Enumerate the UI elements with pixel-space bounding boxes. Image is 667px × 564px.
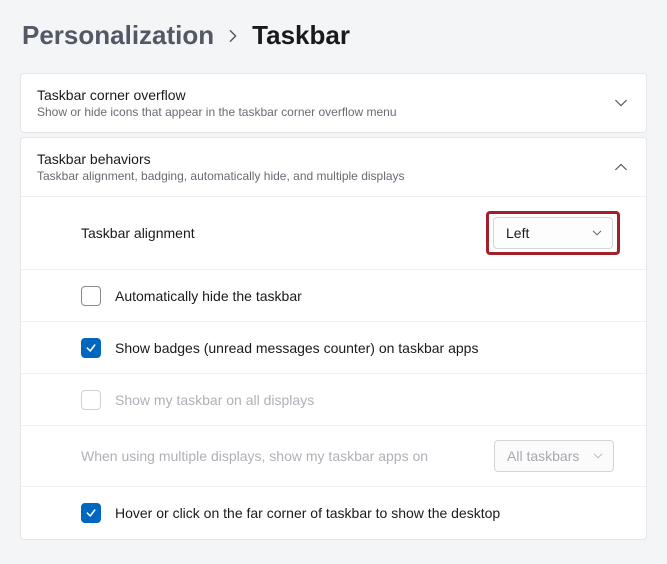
panel-subtitle: Taskbar alignment, badging, automaticall… bbox=[37, 169, 405, 183]
row-autohide: Automatically hide the taskbar bbox=[21, 270, 646, 322]
row-far-corner: Hover or click on the far corner of task… bbox=[21, 487, 646, 539]
panel-corner-overflow[interactable]: Taskbar corner overflow Show or hide ico… bbox=[20, 73, 647, 133]
row-multidisplay: When using multiple displays, show my ta… bbox=[21, 426, 646, 487]
label-multidisplay: When using multiple displays, show my ta… bbox=[81, 448, 494, 464]
dropdown-multidisplay: All taskbars bbox=[494, 440, 614, 472]
panel-subtitle: Show or hide icons that appear in the ta… bbox=[37, 105, 397, 119]
panel-title: Taskbar behaviors bbox=[37, 151, 405, 167]
dropdown-value: All taskbars bbox=[507, 448, 579, 464]
highlight-box: Left bbox=[486, 211, 620, 255]
label-autohide: Automatically hide the taskbar bbox=[115, 288, 628, 304]
checkbox-badges[interactable] bbox=[81, 338, 101, 358]
label-all-displays: Show my taskbar on all displays bbox=[115, 392, 628, 408]
checkbox-far-corner[interactable] bbox=[81, 503, 101, 523]
panel-header-behaviors[interactable]: Taskbar behaviors Taskbar alignment, bad… bbox=[21, 138, 646, 196]
row-badges: Show badges (unread messages counter) on… bbox=[21, 322, 646, 374]
dropdown-value: Left bbox=[506, 225, 529, 241]
label-taskbar-alignment: Taskbar alignment bbox=[81, 225, 486, 241]
breadcrumb: Personalization Taskbar bbox=[22, 20, 647, 51]
breadcrumb-parent[interactable]: Personalization bbox=[22, 20, 214, 51]
behaviors-list: Taskbar alignment Left Automatically hid… bbox=[21, 196, 646, 539]
panel-taskbar-behaviors: Taskbar behaviors Taskbar alignment, bad… bbox=[20, 137, 647, 540]
check-icon bbox=[85, 342, 97, 354]
row-taskbar-alignment: Taskbar alignment Left bbox=[21, 197, 646, 270]
breadcrumb-current: Taskbar bbox=[252, 20, 350, 51]
chevron-right-icon bbox=[226, 29, 240, 43]
label-far-corner: Hover or click on the far corner of task… bbox=[115, 505, 628, 521]
check-icon bbox=[85, 507, 97, 519]
label-badges: Show badges (unread messages counter) on… bbox=[115, 340, 628, 356]
checkbox-autohide[interactable] bbox=[81, 286, 101, 306]
row-all-displays: Show my taskbar on all displays bbox=[21, 374, 646, 426]
chevron-up-icon bbox=[614, 160, 628, 174]
checkbox-all-displays bbox=[81, 390, 101, 410]
dropdown-taskbar-alignment[interactable]: Left bbox=[493, 217, 613, 249]
chevron-down-icon bbox=[614, 96, 628, 110]
panel-title: Taskbar corner overflow bbox=[37, 87, 397, 103]
